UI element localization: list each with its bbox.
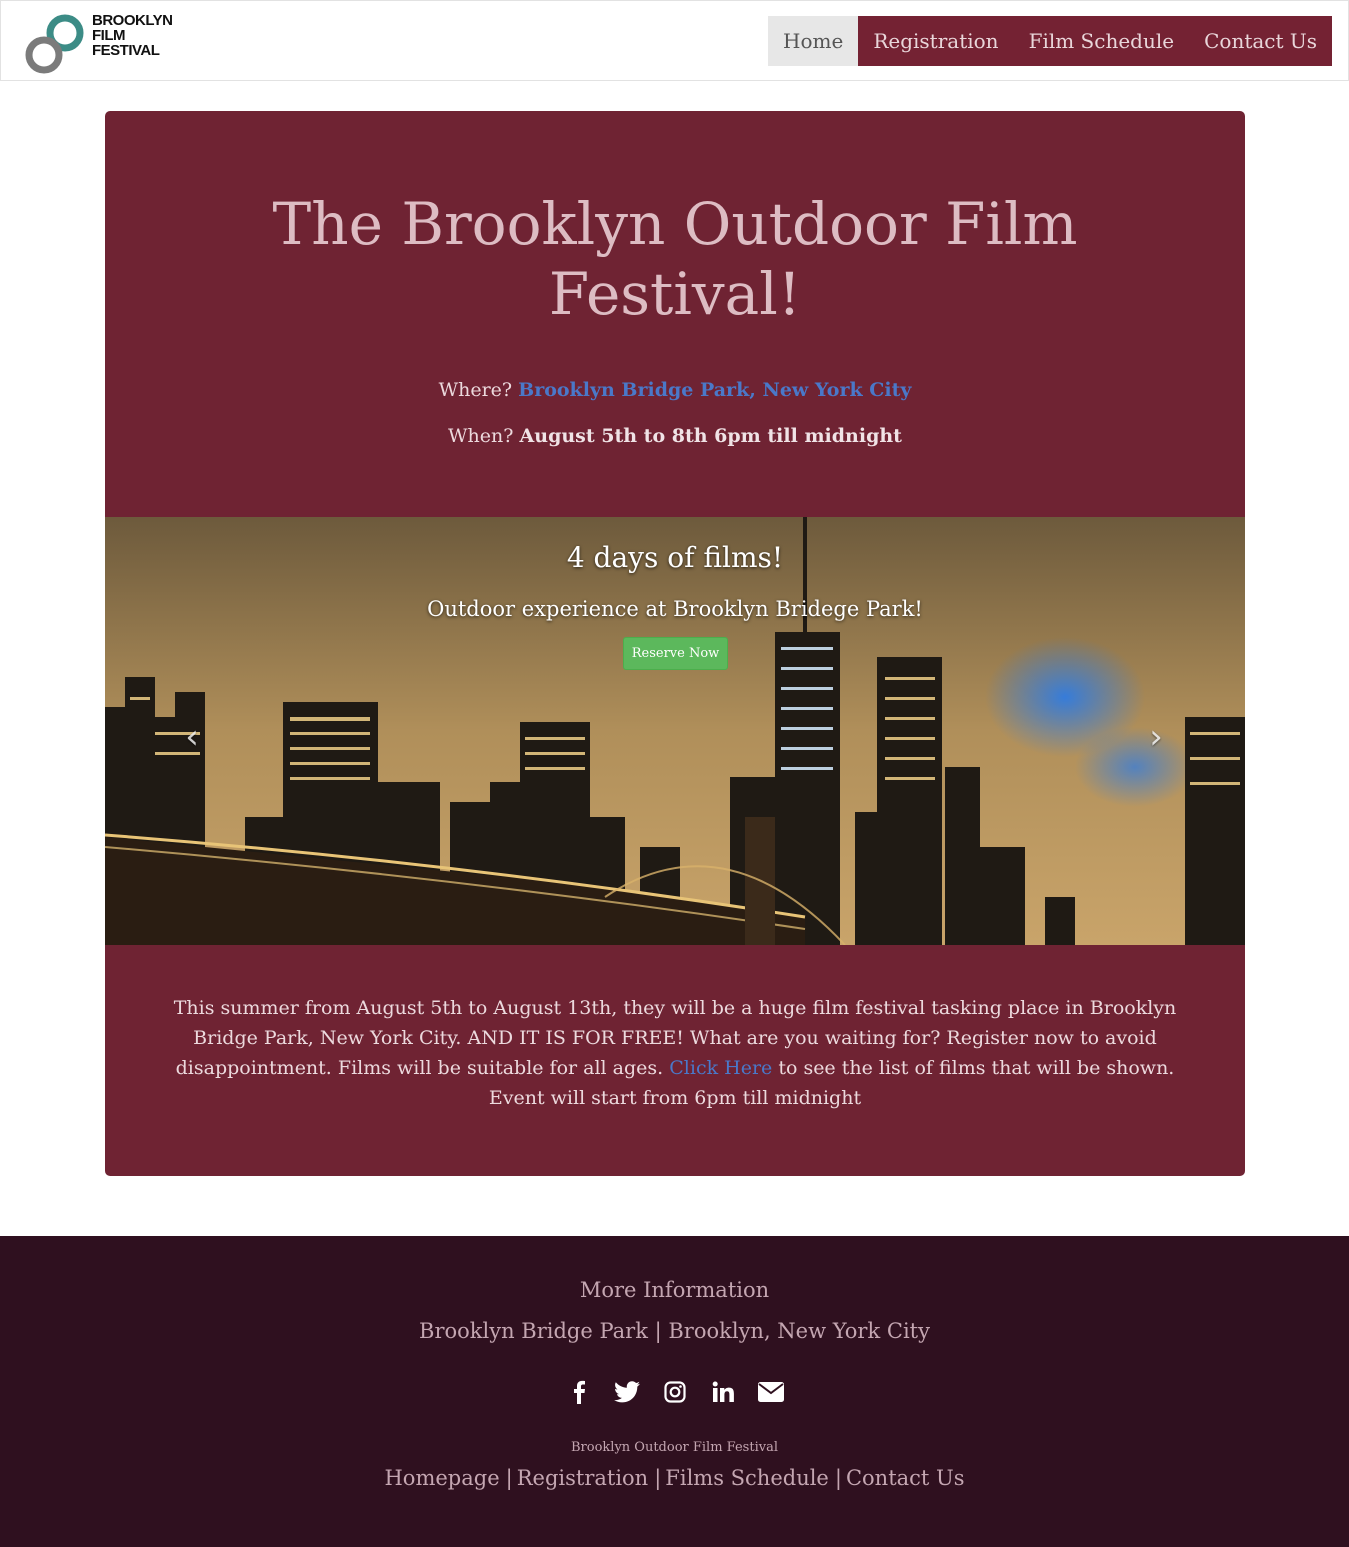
where-line: Where? Brooklyn Bridge Park, New York Ci… [105, 379, 1245, 401]
social-links [0, 1378, 1349, 1406]
footer: More Information Brooklyn Bridge Park | … [0, 1236, 1349, 1547]
footer-address: Brooklyn Bridge Park | Brooklyn, New Yor… [419, 1319, 930, 1343]
navbar: BROOKLYN FILM FESTIVAL Home Registration… [0, 0, 1349, 81]
where-link[interactable]: Brooklyn Bridge Park, New York City [518, 379, 911, 401]
hero-panel: The Brooklyn Outdoor Film Festival! Wher… [105, 111, 1245, 1176]
footer-title: More Information [579, 1278, 770, 1302]
brand-name: BROOKLYN FILM FESTIVAL [92, 12, 173, 59]
twitter-icon[interactable] [613, 1378, 640, 1406]
footer-separator: | [505, 1466, 513, 1490]
carousel-caption-subtitle: Outdoor experience at Brooklyn Bridege P… [427, 597, 923, 621]
nav-contact-us[interactable]: Contact Us [1189, 16, 1332, 66]
footer-link-registration[interactable]: Registration [517, 1466, 649, 1490]
chevron-left-icon[interactable]: ‹ [177, 717, 207, 757]
footer-link-contact-us[interactable]: Contact Us [846, 1466, 965, 1490]
footer-links: Homepage | Registration | Films Schedule | Con… [0, 1466, 1349, 1490]
where-label: Where? [438, 379, 513, 401]
nav-registration[interactable]: Registration [858, 16, 1014, 66]
main-nav: Home Registration Film Schedule Contact … [768, 16, 1332, 66]
click-here-link[interactable]: Click Here [669, 1057, 772, 1079]
envelope-icon[interactable] [757, 1378, 784, 1406]
when-label: When? [448, 425, 514, 447]
carousel: 4 days of films! Outdoor experience at B… [105, 517, 1245, 945]
nav-home[interactable]: Home [768, 16, 859, 66]
when-value: August 5th to 8th 6pm till midnight [519, 425, 902, 447]
facebook-icon[interactable] [566, 1378, 592, 1406]
page-title: The Brooklyn Outdoor Film Festival! [272, 190, 1078, 328]
logo-rings-icon [25, 14, 84, 74]
footer-site-name: Brooklyn Outdoor Film Festival [571, 1440, 778, 1455]
footer-link-homepage[interactable]: Homepage [384, 1466, 499, 1490]
chevron-right-icon[interactable]: › [1141, 717, 1171, 757]
footer-link-films-schedule[interactable]: Films Schedule [665, 1466, 829, 1490]
carousel-caption-title: 4 days of films! [566, 541, 784, 574]
instagram-icon[interactable] [662, 1378, 688, 1406]
when-line: When? August 5th to 8th 6pm till midnigh… [105, 425, 1245, 447]
footer-separator: | [834, 1466, 842, 1490]
festival-summary: This summer from August 5th to August 13… [155, 993, 1195, 1113]
nav-film-schedule[interactable]: Film Schedule [1013, 16, 1190, 66]
reserve-now-button[interactable]: Reserve Now [623, 637, 728, 670]
linkedin-icon[interactable] [710, 1378, 736, 1406]
skyline-image [105, 517, 1245, 945]
brand-logo[interactable]: BROOKLYN FILM FESTIVAL [25, 13, 185, 75]
footer-separator: | [654, 1466, 662, 1490]
